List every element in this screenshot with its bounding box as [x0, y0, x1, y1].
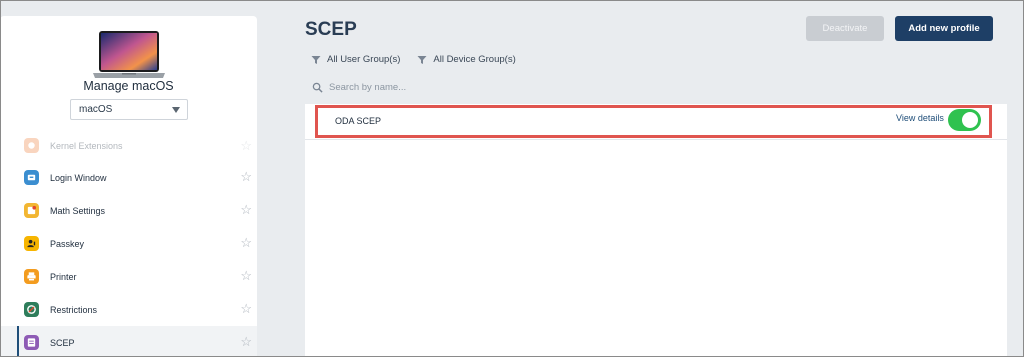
add-new-profile-button[interactable]: Add new profile	[895, 16, 993, 41]
sidebar-item-label: Passkey	[50, 238, 85, 249]
os-select[interactable]: macOS	[70, 99, 188, 120]
sidebar-item-label: Restrictions	[50, 304, 98, 315]
sidebar-item-passkey[interactable]: Passkey ☆	[0, 227, 257, 260]
page-subtitle: Manage macOS	[83, 79, 174, 93]
sidebar-item-label: Math Settings	[50, 205, 106, 216]
sidebar-item-math-settings[interactable]: Math Settings ☆	[0, 194, 257, 227]
star-icon[interactable]: ☆	[240, 269, 252, 282]
login-window-icon	[24, 170, 39, 185]
sidebar-item-kernel-extensions[interactable]: Kernel Extensions ☆	[0, 130, 257, 161]
deactivate-button[interactable]: Deactivate	[806, 16, 884, 41]
filter-label: All Device Group(s)	[433, 54, 516, 65]
restrictions-icon	[24, 302, 39, 317]
macbook-image	[93, 31, 165, 78]
kernel-extensions-icon	[24, 138, 39, 153]
profile-list: ODA SCEP View details	[305, 104, 1007, 357]
search-input[interactable]: Search by name...	[312, 82, 406, 93]
star-icon[interactable]: ☆	[240, 335, 252, 348]
star-icon[interactable]: ☆	[240, 139, 252, 152]
sidebar-item-label: Printer	[50, 271, 77, 282]
sidebar: Manage macOS macOS Kernel Extensions ☆ L…	[0, 16, 257, 357]
filters: All User Group(s) All Device Group(s)	[311, 54, 533, 65]
caret-down-icon	[172, 107, 180, 113]
sidebar-menu: Kernel Extensions ☆ Login Window ☆ Math …	[0, 130, 257, 357]
sidebar-item-scep[interactable]: SCEP ☆	[0, 326, 257, 357]
highlight-box	[315, 105, 992, 138]
passkey-icon	[24, 236, 39, 251]
search-icon	[312, 82, 323, 93]
star-icon[interactable]: ☆	[240, 170, 252, 183]
sidebar-item-restrictions[interactable]: Restrictions ☆	[0, 293, 257, 326]
printer-icon	[24, 269, 39, 284]
sidebar-item-printer[interactable]: Printer ☆	[0, 260, 257, 293]
search-placeholder: Search by name...	[329, 82, 407, 93]
os-select-value: macOS	[79, 104, 113, 115]
math-settings-icon	[24, 203, 39, 218]
scep-icon	[24, 335, 39, 350]
sidebar-item-login-window[interactable]: Login Window ☆	[0, 161, 257, 194]
device-group-filter[interactable]: All Device Group(s)	[417, 54, 516, 65]
filter-icon	[311, 55, 321, 64]
filter-icon	[417, 55, 427, 64]
sidebar-item-label: Kernel Extensions	[50, 140, 123, 151]
star-icon[interactable]: ☆	[240, 203, 252, 216]
sidebar-item-label: SCEP	[50, 337, 75, 348]
star-icon[interactable]: ☆	[240, 236, 252, 249]
sidebar-item-label: Login Window	[50, 172, 107, 183]
user-group-filter[interactable]: All User Group(s)	[311, 54, 400, 65]
star-icon[interactable]: ☆	[240, 302, 252, 315]
page-title: SCEP	[305, 19, 357, 40]
filter-label: All User Group(s)	[327, 54, 401, 65]
